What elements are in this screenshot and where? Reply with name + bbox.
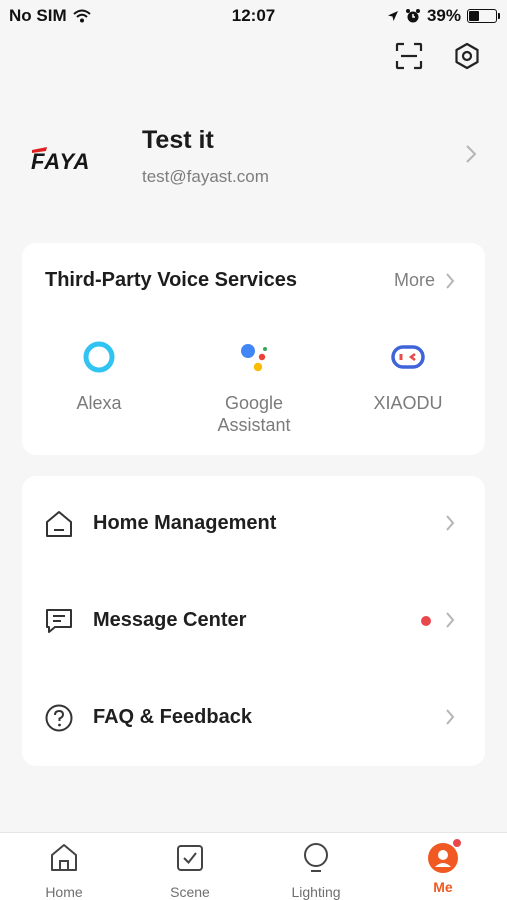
tab-scene[interactable]: Scene bbox=[140, 841, 240, 900]
faya-logo: FAYA bbox=[31, 147, 90, 172]
service-alexa[interactable]: Alexa bbox=[39, 339, 159, 414]
status-right: 39% bbox=[387, 6, 500, 26]
menu-item-label: FAQ & Feedback bbox=[93, 706, 252, 728]
tab-label: Lighting bbox=[291, 884, 341, 900]
xiaodu-icon bbox=[391, 345, 425, 369]
menu-item-label: Home Management bbox=[93, 512, 277, 534]
settings-hexagon-icon bbox=[455, 42, 479, 70]
service-label: Alexa bbox=[76, 393, 122, 413]
tab-home[interactable]: Home bbox=[14, 841, 114, 900]
more-button[interactable]: More bbox=[394, 270, 455, 291]
menu-item-home-management[interactable]: Home Management bbox=[22, 476, 485, 573]
bulb-icon bbox=[304, 843, 328, 872]
notification-dot bbox=[421, 616, 431, 626]
profile-header[interactable]: FAYA Test it test@fayast.com bbox=[0, 112, 507, 202]
scan-icon bbox=[395, 42, 423, 70]
service-label-line-2: Assistant bbox=[217, 415, 291, 435]
more-label: More bbox=[393, 270, 435, 290]
question-circle-icon bbox=[45, 704, 73, 732]
tab-label: Scene bbox=[170, 884, 210, 900]
alarm-icon bbox=[405, 9, 420, 23]
voice-services-card: Third-Party Voice Services More Alexa Go… bbox=[22, 243, 485, 455]
home-outline-icon bbox=[46, 511, 72, 537]
chevron-right-icon bbox=[446, 272, 455, 289]
location-arrow-icon bbox=[387, 11, 398, 21]
notification-dot bbox=[452, 838, 462, 848]
chevron-right-icon bbox=[466, 145, 477, 163]
user-name: Test it bbox=[142, 126, 214, 154]
battery-fill bbox=[469, 11, 480, 21]
battery-icon bbox=[467, 9, 500, 23]
menu-item-faq-feedback[interactable]: FAQ & Feedback bbox=[22, 670, 485, 767]
scene-check-icon bbox=[177, 845, 203, 871]
service-xiaodu[interactable]: XIAODU bbox=[348, 339, 468, 414]
status-bar: No SIM 12:07 39% bbox=[0, 0, 507, 30]
menu-item-message-center[interactable]: Message Center bbox=[22, 573, 485, 670]
message-icon bbox=[46, 609, 72, 633]
user-email: test@fayast.com bbox=[142, 167, 269, 186]
tab-me[interactable]: Me bbox=[393, 838, 493, 895]
alexa-icon bbox=[83, 341, 115, 373]
top-actions bbox=[393, 40, 483, 72]
settings-button[interactable] bbox=[451, 40, 483, 72]
chevron-right-icon bbox=[446, 515, 455, 531]
service-label: XIAODU bbox=[373, 393, 443, 413]
service-google-assistant[interactable]: Google Assistant bbox=[194, 339, 314, 436]
chevron-right-icon bbox=[446, 612, 455, 628]
tab-label: Me bbox=[433, 879, 453, 895]
google-assistant-icon bbox=[241, 344, 267, 372]
service-label: Google Assistant bbox=[194, 392, 314, 436]
menu-card: Home Management Message Center FAQ & Fee… bbox=[22, 476, 485, 766]
tab-bar: Home Scene Lighting Me bbox=[0, 832, 507, 900]
menu-item-label: Message Center bbox=[93, 609, 247, 631]
voice-services-title: Third-Party Voice Services bbox=[45, 269, 297, 291]
home-tab-icon bbox=[51, 844, 77, 871]
chevron-right-icon bbox=[446, 709, 455, 725]
scan-button[interactable] bbox=[393, 40, 425, 72]
svg-text:FAYA: FAYA bbox=[31, 149, 90, 172]
tab-lighting[interactable]: Lighting bbox=[266, 841, 366, 900]
me-avatar-icon bbox=[426, 838, 462, 875]
tab-label: Home bbox=[45, 884, 83, 900]
battery-percent: 39% bbox=[426, 6, 461, 25]
service-label-line-1: Google bbox=[224, 393, 284, 413]
